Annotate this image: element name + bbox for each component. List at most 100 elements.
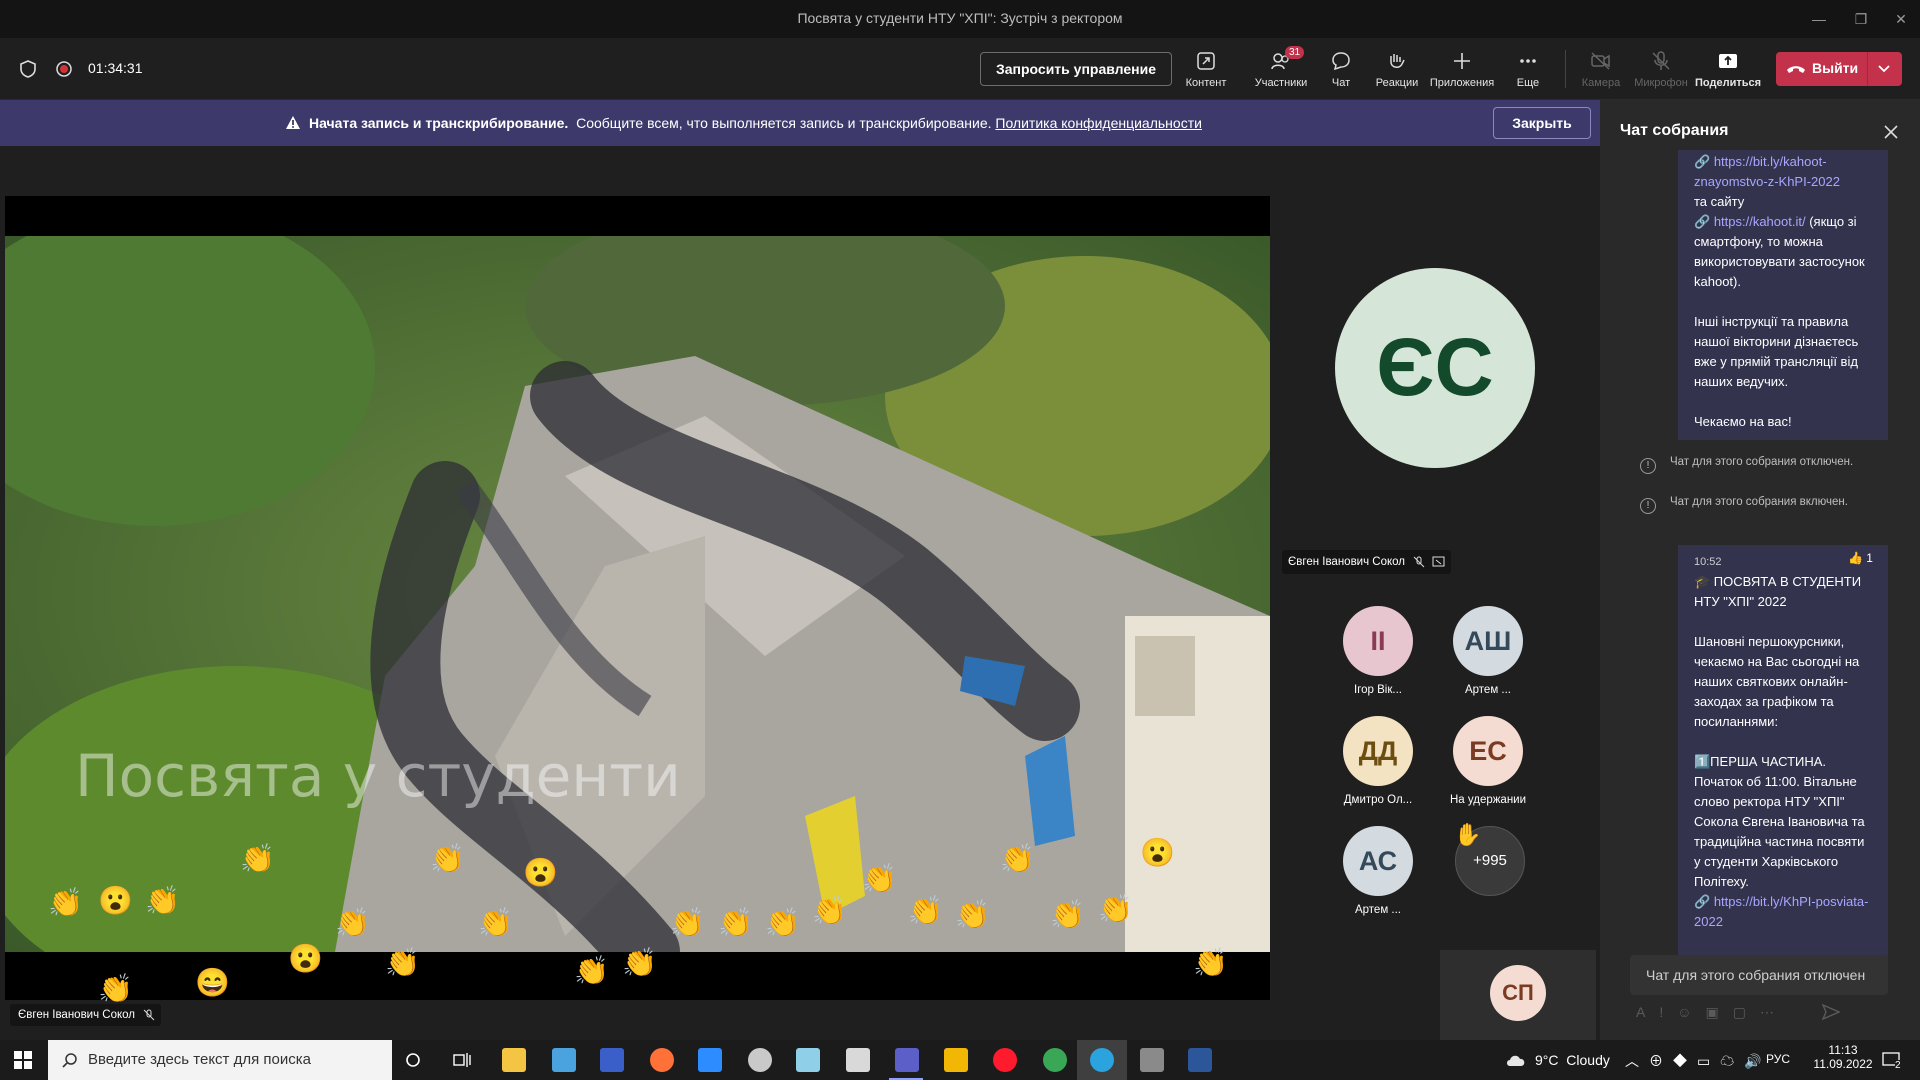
emoji-icon[interactable]: ☺ — [1677, 1004, 1705, 1020]
attach-icon[interactable]: ! — [1659, 1004, 1677, 1020]
system-message: ! Чат для этого собрания включен. — [1640, 496, 1860, 514]
windows-start-icon[interactable] — [14, 1051, 32, 1069]
app-icon[interactable] — [748, 1048, 772, 1072]
plus-icon — [1454, 53, 1470, 69]
window-title: Посвята у студенти НТУ "ХПІ": Зустріч з … — [797, 10, 1123, 26]
presenter-name: Євген Іванович Сокол — [18, 1009, 136, 1021]
more-options-icon[interactable]: ⋯ — [1760, 1004, 1788, 1020]
close-window-icon[interactable]: ✕ — [1890, 8, 1912, 30]
mic-button[interactable]: Микрофон — [1628, 50, 1694, 89]
chrome-icon[interactable] — [1043, 1048, 1067, 1072]
zoom-icon[interactable] — [698, 1048, 722, 1072]
send-icon[interactable] — [1822, 1004, 1840, 1020]
recording-banner: Начата запись и транскрибирование. Сообщ… — [0, 100, 1600, 146]
share-content-icon — [1197, 52, 1215, 70]
share-screen-icon — [1432, 556, 1445, 567]
windows-taskbar: Введите здесь текст для поиска 9°C Cloud… — [0, 1040, 1920, 1080]
save-icon[interactable] — [600, 1048, 624, 1072]
reaction-count: 1 — [1866, 551, 1873, 565]
clap-reaction-icon: 👏 — [622, 947, 657, 978]
shield-icon — [20, 60, 36, 78]
apps-button[interactable]: Приложения — [1429, 50, 1495, 89]
taskbar-search-input[interactable]: Введите здесь текст для поиска — [48, 1040, 392, 1080]
chat-text: Чекаємо на вас! — [1694, 414, 1792, 429]
clap-reaction-icon: 👏 — [718, 907, 753, 938]
clap-reaction-icon: 👏 — [862, 863, 897, 894]
clap-reaction-icon: 👏 — [335, 907, 370, 938]
request-control-button[interactable]: Запросить управление — [980, 52, 1172, 86]
sticker-icon[interactable]: ▢ — [1733, 1004, 1760, 1020]
participant-name: Артем ... — [1354, 904, 1402, 916]
app-icon[interactable] — [796, 1048, 820, 1072]
chat-text: Шановні першокурсники, чекаємо на Вас сь… — [1694, 634, 1860, 729]
participant-avatar[interactable]: АС — [1343, 826, 1413, 896]
clap-reaction-icon: 👏 — [430, 843, 465, 874]
clap-reaction-icon: 👏 — [574, 955, 609, 986]
cortana-icon[interactable] — [405, 1052, 421, 1068]
opera-icon[interactable] — [993, 1048, 1017, 1072]
chat-link[interactable]: https://kahoot.it/ — [1714, 214, 1806, 229]
app-icon[interactable] — [944, 1048, 968, 1072]
chat-text: 1️⃣ПЕРША ЧАСТИНА. Початок об 11:00. Віта… — [1694, 754, 1865, 889]
participants-button[interactable]: 31 Участники — [1248, 46, 1314, 89]
search-icon — [62, 1053, 77, 1068]
recording-icon — [56, 61, 72, 77]
app-icon[interactable] — [1140, 1048, 1164, 1072]
message-reaction[interactable]: 👍 1 — [1848, 551, 1873, 565]
content-button[interactable]: Контент — [1173, 50, 1239, 89]
more-button[interactable]: Еще — [1495, 50, 1561, 89]
firefox-icon[interactable] — [650, 1048, 674, 1072]
chat-link[interactable]: https://bit.ly/kahoot- — [1714, 154, 1827, 169]
info-icon: ! — [1640, 498, 1656, 514]
file-explorer-icon[interactable] — [502, 1048, 526, 1072]
taskbar-clock[interactable]: 11:13 11.09.2022 — [1808, 1043, 1878, 1071]
reactions-button[interactable]: Реакции — [1364, 50, 1430, 89]
chat-text: Інші інструкції та правила нашої віктори… — [1694, 314, 1859, 389]
teams-icon[interactable] — [895, 1048, 919, 1072]
language-indicator[interactable]: РУС — [1766, 1052, 1790, 1066]
clap-reaction-icon: 👏 — [1098, 893, 1133, 924]
chat-compose-input[interactable]: Чат для этого собрания отключен — [1630, 955, 1888, 995]
telegram-icon[interactable] — [1090, 1048, 1114, 1072]
task-view-icon[interactable] — [453, 1052, 471, 1068]
close-icon[interactable] — [1883, 124, 1899, 140]
meeting-toolbar: 01:34:31 Запросить управление Контент 31… — [0, 38, 1920, 103]
chat-label: Чат — [1331, 77, 1351, 89]
banner-close-button[interactable]: Закрыть — [1493, 107, 1591, 139]
chat-link[interactable]: znayomstvo-z-KhPI-2022 — [1694, 174, 1840, 189]
format-icon[interactable]: A — [1636, 1004, 1659, 1020]
link-icon: 🔗 — [1694, 214, 1714, 229]
app-icon[interactable] — [552, 1048, 576, 1072]
restore-icon[interactable]: ❐ — [1850, 8, 1872, 30]
toolbar-divider — [1565, 50, 1566, 88]
title-bar: Посвята у студенти НТУ "ХПІ": Зустріч з … — [0, 0, 1920, 38]
clock-date: 11.09.2022 — [1813, 1057, 1873, 1071]
clap-reaction-icon: 👏 — [1193, 947, 1228, 978]
apps-label: Приложения — [1429, 77, 1495, 89]
share-button[interactable]: Поделиться — [1695, 50, 1761, 89]
system-tray-icons[interactable]: ︿⊕◆▭☁🔊 — [1625, 1051, 1772, 1071]
self-avatar: СП — [1490, 965, 1546, 1021]
participant-avatar[interactable]: ЕС — [1453, 716, 1523, 786]
participant-avatar[interactable]: ІІ — [1343, 606, 1413, 676]
participant-avatar[interactable]: ДД — [1343, 716, 1413, 786]
weather-text[interactable]: 9°C Cloudy — [1535, 1052, 1610, 1068]
clap-reaction-icon: 👏 — [48, 887, 83, 918]
chevron-down-icon[interactable] — [1877, 64, 1891, 74]
wow-reaction-icon: 😮 — [523, 857, 558, 888]
camera-off-icon — [1591, 52, 1610, 70]
chat-link[interactable]: https://bit.ly/KhPI-posviata-2022 — [1694, 894, 1868, 929]
minimize-icon[interactable]: — — [1808, 8, 1830, 30]
participant-avatar[interactable]: АШ — [1453, 606, 1523, 676]
privacy-policy-link[interactable]: Политика конфиденциальности — [995, 115, 1202, 131]
camera-button[interactable]: Камера — [1568, 50, 1634, 89]
word-icon[interactable] — [1188, 1048, 1212, 1072]
content-label: Контент — [1185, 77, 1227, 89]
leave-button[interactable]: Выйти — [1776, 52, 1902, 86]
calculator-icon[interactable] — [846, 1048, 870, 1072]
mic-off-icon — [143, 1009, 155, 1021]
meeting-stage: Посвята у студенти 👏 😮 👏 👏 👏 👏 😮 👏 👏 👏 👏… — [0, 146, 1600, 1040]
camera-label: Камера — [1581, 77, 1621, 89]
clap-reaction-icon: 👏 — [908, 895, 943, 926]
gif-icon[interactable]: ▣ — [1706, 1004, 1733, 1020]
